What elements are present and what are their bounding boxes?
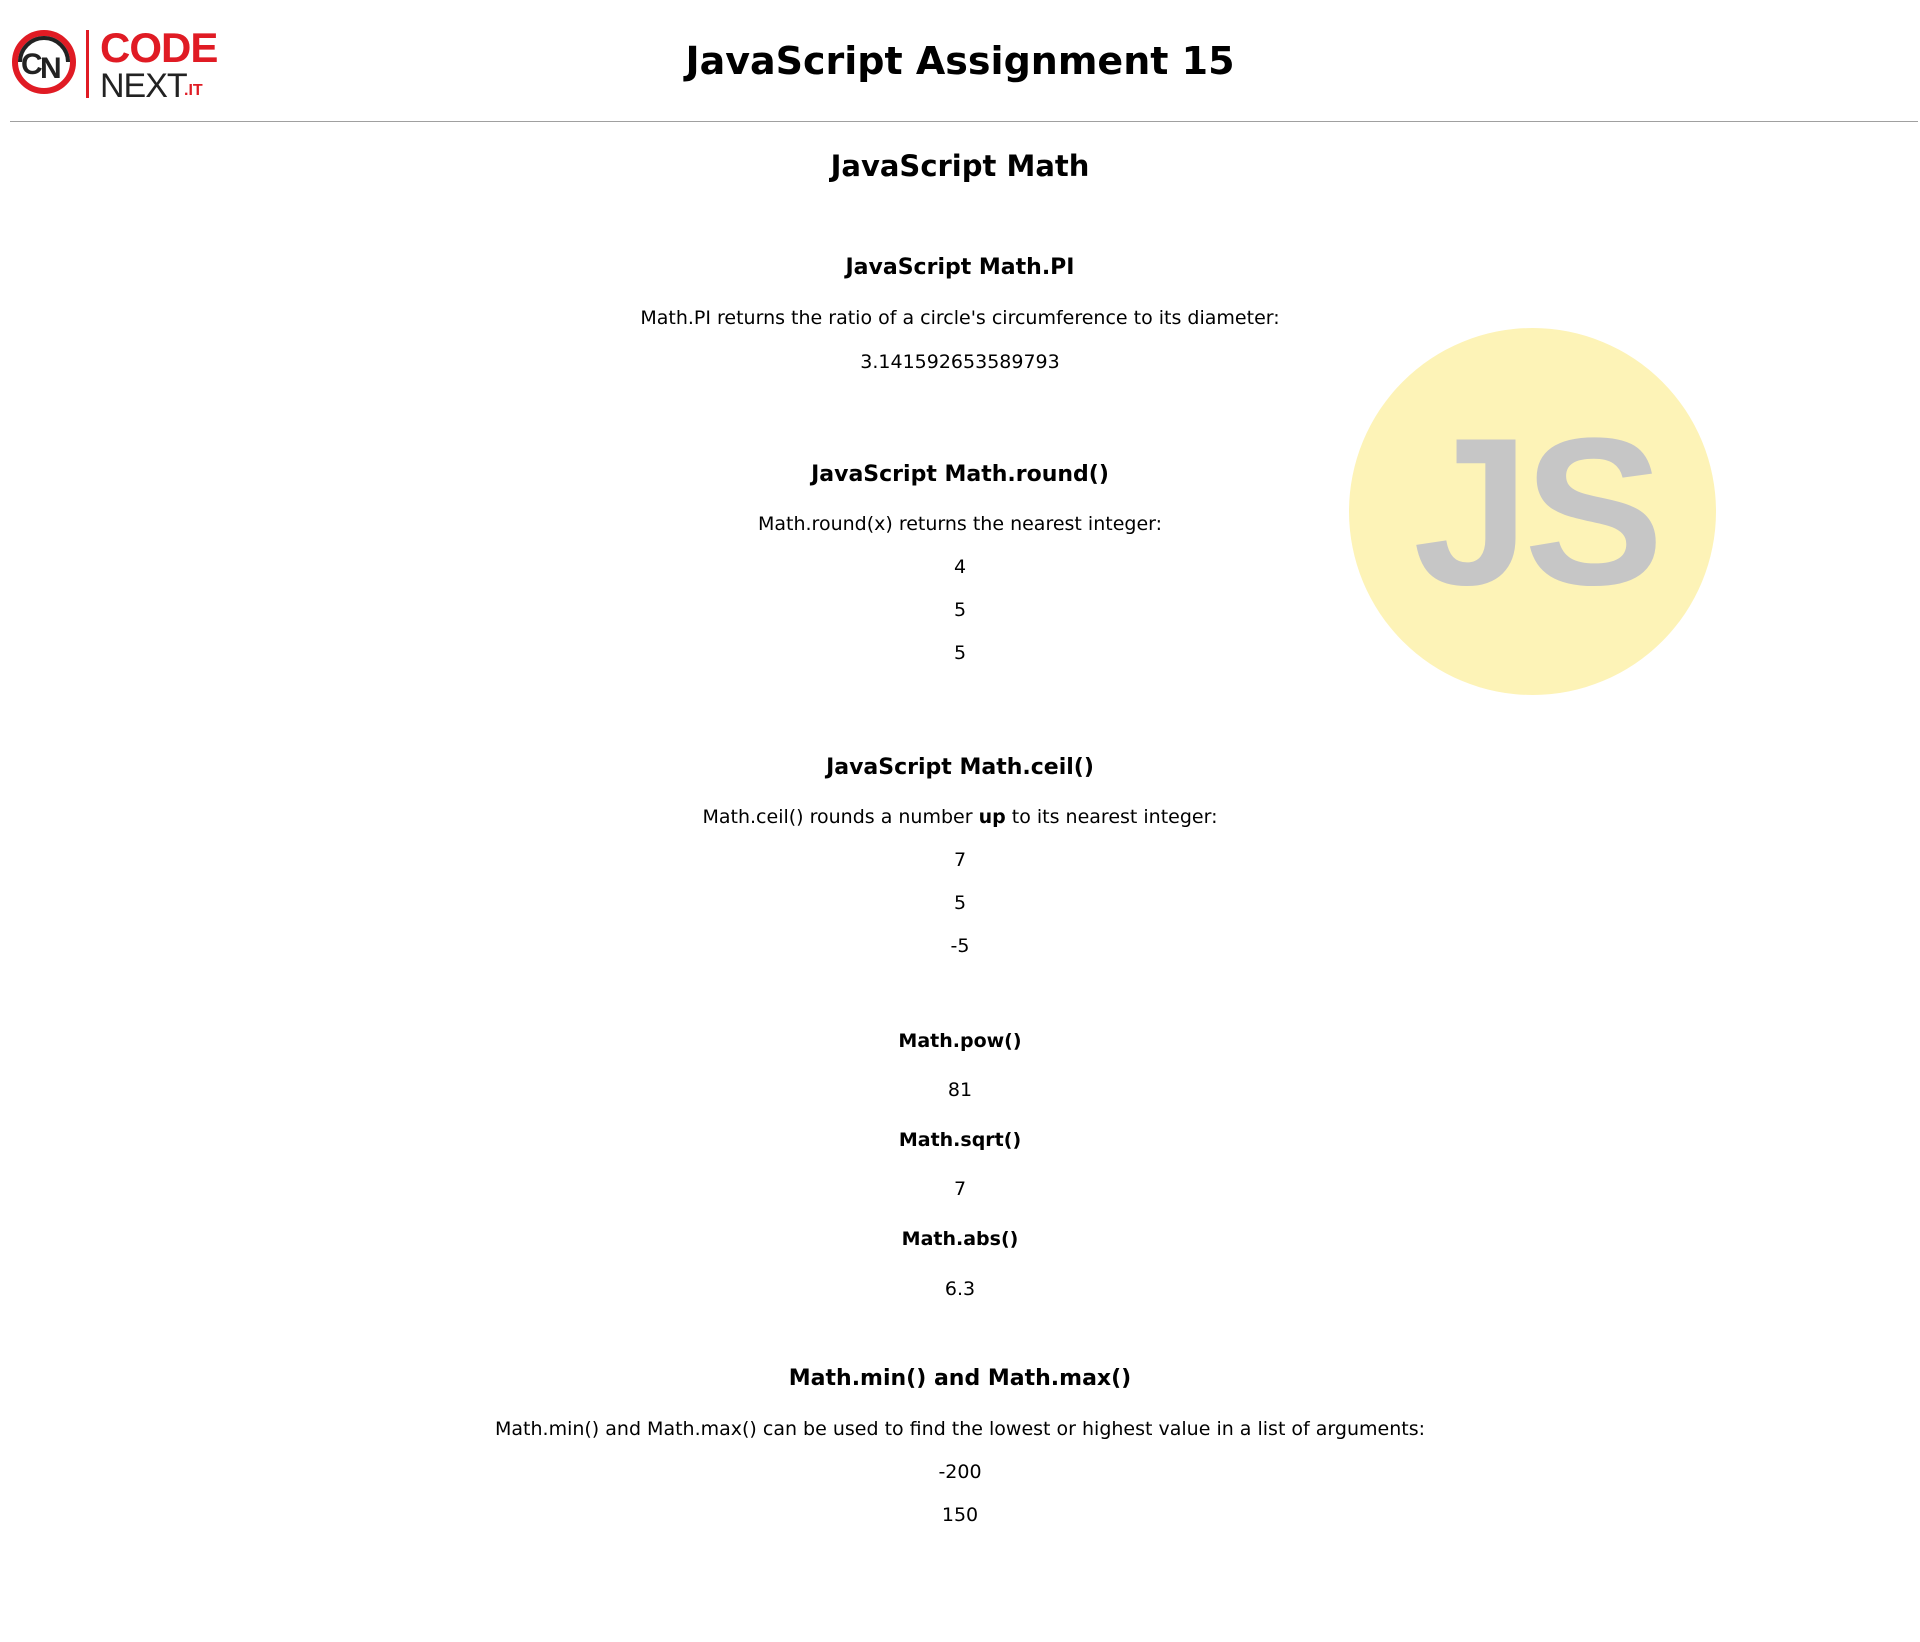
round-result: 4 [953,556,967,578]
minmax-section-title: Math.min() and Math.max() [788,1366,1132,1391]
pi-result: 3.141592653589793 [860,351,1060,373]
sqrt-label: Math.sqrt() [898,1129,1022,1151]
minmax-description: Math.min() and Math.max() can be used to… [495,1418,1425,1440]
page-header: C N CODE NEXT .IT JavaScript Assignment … [0,0,1920,122]
ceil-description: Math.ceil() rounds a number up to its ne… [0,805,1920,829]
ceil-description-prefix: Math.ceil() rounds a number [702,806,979,828]
ceil-result: 5 [953,892,967,914]
abs-result: 6.3 [944,1278,976,1300]
abs-label: Math.abs() [901,1228,1019,1250]
ceil-description-emphasis: up [978,806,1006,828]
round-result: 5 [953,599,967,621]
round-description: Math.round(x) returns the nearest intege… [757,513,1163,535]
round-result: 5 [953,642,967,664]
header-divider [10,121,1918,122]
main-heading: JavaScript Math [830,149,1090,183]
page-title: JavaScript Assignment 15 [685,39,1235,83]
ceil-result: 7 [953,849,967,871]
ceil-description-suffix: to its nearest integer: [1005,806,1218,828]
sqrt-result: 7 [953,1178,967,1200]
pi-section-title: JavaScript Math.PI [845,255,1075,280]
round-section-title: JavaScript Math.round() [811,462,1109,487]
pow-label: Math.pow() [898,1030,1022,1052]
ceil-section-title: JavaScript Math.ceil() [826,755,1094,780]
minmax-result: -200 [938,1461,982,1483]
ceil-result: -5 [950,935,970,957]
pow-result: 81 [947,1079,973,1101]
pi-description: Math.PI returns the ratio of a circle's … [640,307,1280,329]
minmax-result: 150 [941,1504,979,1526]
logo-suffix-text: .IT [184,82,203,99]
